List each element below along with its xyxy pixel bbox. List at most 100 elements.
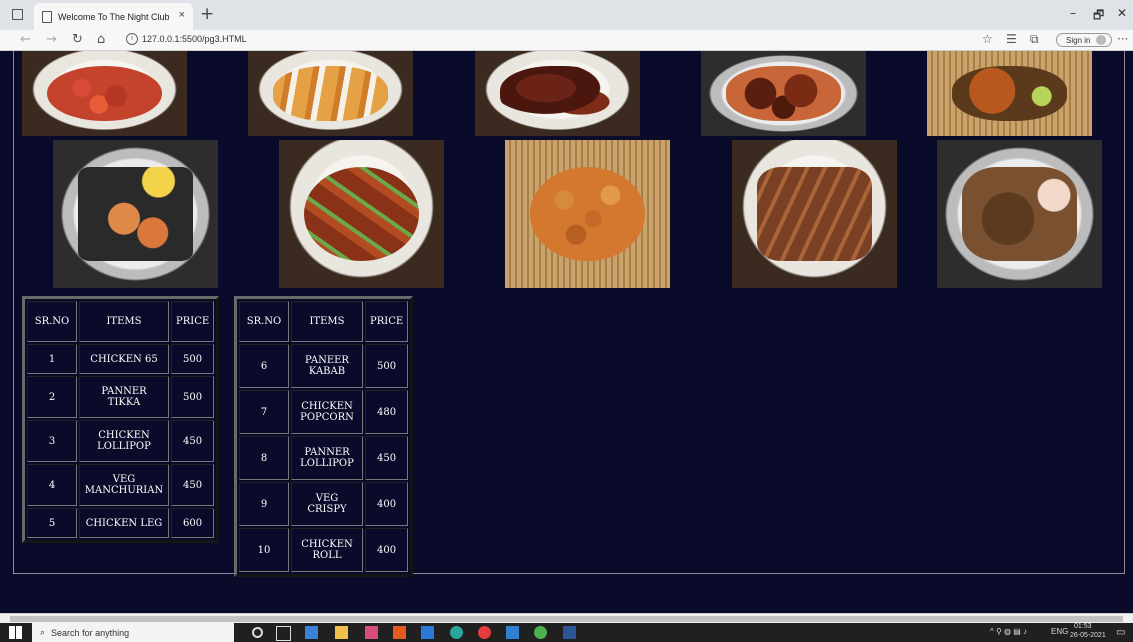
cell-srno: 4	[27, 464, 77, 506]
cell-price: 450	[171, 464, 215, 506]
cell-item: CHICKEN ROLL	[291, 528, 363, 572]
menu-table-1: SR.NO ITEMS PRICE 1 CHICKEN 65 500 2 PAN…	[22, 296, 220, 543]
cell-srno: 8	[239, 436, 289, 480]
maximize-button[interactable]: 🗗	[1093, 6, 1104, 27]
sign-in-button[interactable]: Sign in	[1056, 33, 1112, 47]
cell-srno: 3	[27, 420, 77, 462]
cell-srno: 6	[239, 344, 289, 388]
table-row: 7 CHICKEN POPCORN 480	[239, 390, 409, 434]
mail-icon[interactable]	[421, 626, 434, 639]
food-image-4	[701, 51, 866, 136]
page-icon	[42, 10, 52, 23]
forward-icon[interactable]: →	[46, 32, 57, 47]
sign-in-label: Sign in	[1066, 35, 1091, 45]
opera-icon[interactable]	[478, 626, 491, 639]
avatar-icon	[1096, 35, 1107, 45]
food-image-2	[248, 51, 413, 136]
cell-srno: 9	[239, 482, 289, 526]
cell-price: 450	[171, 420, 215, 462]
food-image-7	[279, 140, 444, 288]
cell-srno: 2	[27, 376, 77, 418]
tab-actions-icon[interactable]	[12, 9, 23, 20]
language-indicator[interactable]: ENG	[1051, 627, 1068, 636]
tray-icons[interactable]: ^ ⚲ ◍ ▤ ♪	[990, 627, 1027, 636]
notifications-icon[interactable]: ▭	[1116, 627, 1125, 638]
cell-item: PANNER TIKKA	[79, 376, 169, 418]
search-placeholder: Search for anything	[51, 627, 130, 638]
refresh-icon[interactable]: ↻	[72, 32, 83, 47]
windows-start-icon[interactable]	[9, 626, 22, 639]
cell-srno: 1	[27, 344, 77, 374]
cell-item: CHICKEN LEG	[79, 508, 169, 538]
cell-price: 500	[171, 344, 215, 374]
search-icon: ⌕	[40, 627, 46, 637]
cell-item: CHICKEN 65	[79, 344, 169, 374]
table-header-row: SR.NO ITEMS PRICE	[27, 301, 215, 342]
cell-item: PANNER LOLLIPOP	[291, 436, 363, 480]
site-info-icon[interactable]: i	[126, 33, 138, 45]
cell-srno: 5	[27, 508, 77, 538]
food-image-6	[53, 140, 218, 288]
cell-item: CHICKEN POPCORN	[291, 390, 363, 434]
header-items: ITEMS	[291, 301, 363, 342]
vscode-icon[interactable]	[506, 626, 519, 639]
store-icon[interactable]	[365, 626, 378, 639]
food-image-9	[732, 140, 897, 288]
clock-date[interactable]: 26-05-2021	[1070, 632, 1106, 639]
food-image-8	[505, 140, 670, 288]
scrollbar-thumb[interactable]	[10, 616, 1123, 622]
cell-price: 450	[365, 436, 409, 480]
task-view-icon[interactable]	[276, 626, 291, 641]
cell-price: 500	[365, 344, 409, 388]
read-aloud-icon[interactable]: ☆	[982, 32, 993, 46]
food-image-5	[927, 51, 1092, 136]
new-tab-button[interactable]: +	[200, 4, 214, 24]
more-menu-icon[interactable]: ···	[1117, 32, 1128, 46]
browser-tab[interactable]: Welcome To The Night Club ×	[34, 3, 193, 30]
food-image-1	[22, 51, 187, 136]
minimize-button[interactable]: –	[1070, 6, 1076, 20]
close-window-button[interactable]: ✕	[1117, 6, 1127, 20]
browser-tab-bar: Welcome To The Night Club × + – 🗗 ✕	[0, 0, 1133, 30]
chrome-icon[interactable]	[534, 626, 547, 639]
table-row: 5 CHICKEN LEG 600	[27, 508, 215, 538]
cell-price: 400	[365, 482, 409, 526]
table-row: 6 PANEER KABAB 500	[239, 344, 409, 388]
clock-time[interactable]: 01:53	[1074, 623, 1092, 630]
cell-item: VEG MANCHURIAN	[79, 464, 169, 506]
table-row: 1 CHICKEN 65 500	[27, 344, 215, 374]
cell-price: 600	[171, 508, 215, 538]
collections-icon[interactable]: ⧉	[1030, 32, 1039, 47]
cortana-icon[interactable]	[252, 627, 263, 638]
url-field[interactable]: 127.0.0.1:5500/pg3.HTML	[142, 34, 247, 44]
table-row: 2 PANNER TIKKA 500	[27, 376, 215, 418]
menu-table-2: SR.NO ITEMS PRICE 6 PANEER KABAB 500 7 C…	[234, 296, 414, 577]
calculator-icon[interactable]	[305, 626, 318, 639]
header-items: ITEMS	[79, 301, 169, 342]
home-icon[interactable]: ⌂	[97, 32, 105, 47]
table-row: 9 VEG CRISPY 400	[239, 482, 409, 526]
cell-srno: 10	[239, 528, 289, 572]
word-icon[interactable]	[563, 626, 576, 639]
page-content: SR.NO ITEMS PRICE 1 CHICKEN 65 500 2 PAN…	[0, 51, 1133, 613]
food-image-3	[475, 51, 640, 136]
table-header-row: SR.NO ITEMS PRICE	[239, 301, 409, 342]
table-row: 3 CHICKEN LOLLIPOP 450	[27, 420, 215, 462]
cell-item: CHICKEN LOLLIPOP	[79, 420, 169, 462]
windows-taskbar: ⌕ Search for anything ^ ⚲ ◍ ▤ ♪ ENG 01:5…	[0, 623, 1133, 642]
office-icon[interactable]	[393, 626, 406, 639]
header-price: PRICE	[365, 301, 409, 342]
cell-srno: 7	[239, 390, 289, 434]
file-explorer-icon[interactable]	[335, 626, 348, 639]
taskbar-search[interactable]: ⌕ Search for anything	[32, 623, 234, 642]
back-icon[interactable]: ←	[20, 32, 31, 47]
cell-item: PANEER KABAB	[291, 344, 363, 388]
cell-price: 480	[365, 390, 409, 434]
header-srno: SR.NO	[239, 301, 289, 342]
table-row: 10 CHICKEN ROLL 400	[239, 528, 409, 572]
table-row: 4 VEG MANCHURIAN 450	[27, 464, 215, 506]
tab-close-button[interactable]: ×	[179, 9, 185, 21]
edge-icon[interactable]	[450, 626, 463, 639]
cell-price: 500	[171, 376, 215, 418]
favorites-icon[interactable]: ☰	[1006, 32, 1017, 46]
